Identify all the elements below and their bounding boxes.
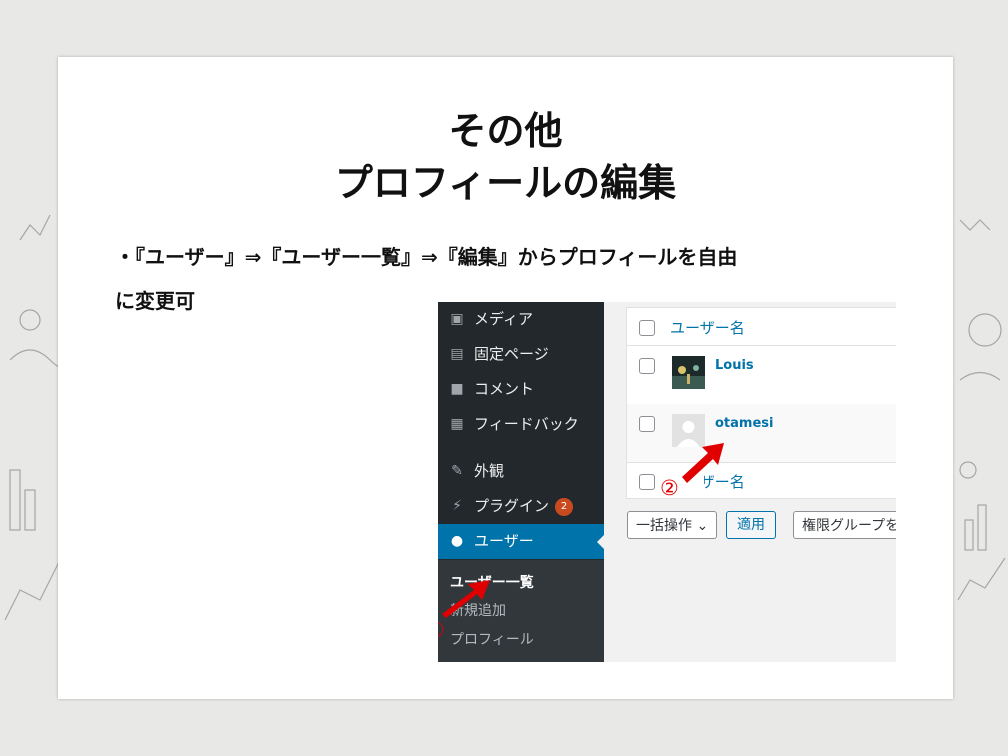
- avatar: [672, 356, 705, 389]
- bullet-line-1: ・『ユーザー』⇒『ユーザー一覧』⇒『編集』からプロフィールを自由: [115, 245, 738, 269]
- wordpress-screenshot: ▣ メディア ▤ 固定ページ ■ コメント ▦ フィードバック ✎ 外観 ⚡ プ…: [438, 302, 896, 662]
- active-indicator: [597, 535, 604, 549]
- footer-divider: [627, 462, 896, 463]
- header-divider: [627, 345, 896, 346]
- plugin-icon: ⚡: [452, 498, 462, 514]
- menu-item-users[interactable]: ● ユーザー: [438, 524, 604, 559]
- submenu-profile[interactable]: プロフィール: [450, 629, 534, 649]
- menu-item-comments[interactable]: ■ コメント: [438, 372, 604, 407]
- users-table: ユーザー名 Louis otamesi ユーザー名: [626, 307, 896, 499]
- column-header-username[interactable]: ユーザー名: [670, 317, 745, 338]
- select-all-checkbox[interactable]: [639, 320, 655, 336]
- arrow-to-user-list: [442, 580, 490, 618]
- menu-item-pages[interactable]: ▤ 固定ページ: [438, 337, 604, 372]
- row-background: [627, 404, 896, 462]
- user-icon: ●: [450, 533, 464, 549]
- page-icon: ▤: [450, 346, 464, 362]
- menu-item-feedback[interactable]: ▦ フィードバック: [438, 407, 604, 442]
- plugin-update-badge: 2: [555, 498, 574, 516]
- chevron-down-icon: ⌄: [696, 518, 709, 534]
- menu-item-appearance[interactable]: ✎ 外観: [438, 454, 604, 489]
- title-line-2: プロフィールの編集: [334, 161, 677, 205]
- title-line-1: その他: [448, 109, 563, 153]
- apply-button[interactable]: 適用: [726, 511, 776, 539]
- comment-icon: ■: [450, 381, 464, 397]
- media-icon: ▣: [450, 311, 464, 327]
- username-link[interactable]: Louis: [715, 358, 754, 373]
- feedback-icon: ▦: [450, 416, 464, 432]
- change-role-select[interactable]: 権限グループを: [793, 511, 896, 539]
- username-link[interactable]: otamesi: [715, 416, 773, 431]
- annotation-marker-2: ②: [660, 476, 679, 500]
- slide-card: その他 プロフィールの編集 ・『ユーザー』⇒『ユーザー一覧』⇒『編集』からプロフ…: [58, 57, 953, 699]
- menu-item-media[interactable]: ▣ メディア: [438, 302, 604, 337]
- slide-title: その他 プロフィールの編集: [58, 105, 953, 209]
- row-checkbox[interactable]: [639, 416, 655, 432]
- arrow-to-username: [682, 443, 724, 483]
- menu-item-plugins[interactable]: ⚡ プラグイン 2: [438, 489, 604, 524]
- bulk-action-select[interactable]: 一括操作 ⌄: [627, 511, 717, 539]
- annotation-marker-1: ①: [438, 618, 445, 642]
- appearance-icon: ✎: [451, 463, 463, 479]
- row-checkbox[interactable]: [639, 358, 655, 374]
- select-all-checkbox-footer[interactable]: [639, 474, 655, 490]
